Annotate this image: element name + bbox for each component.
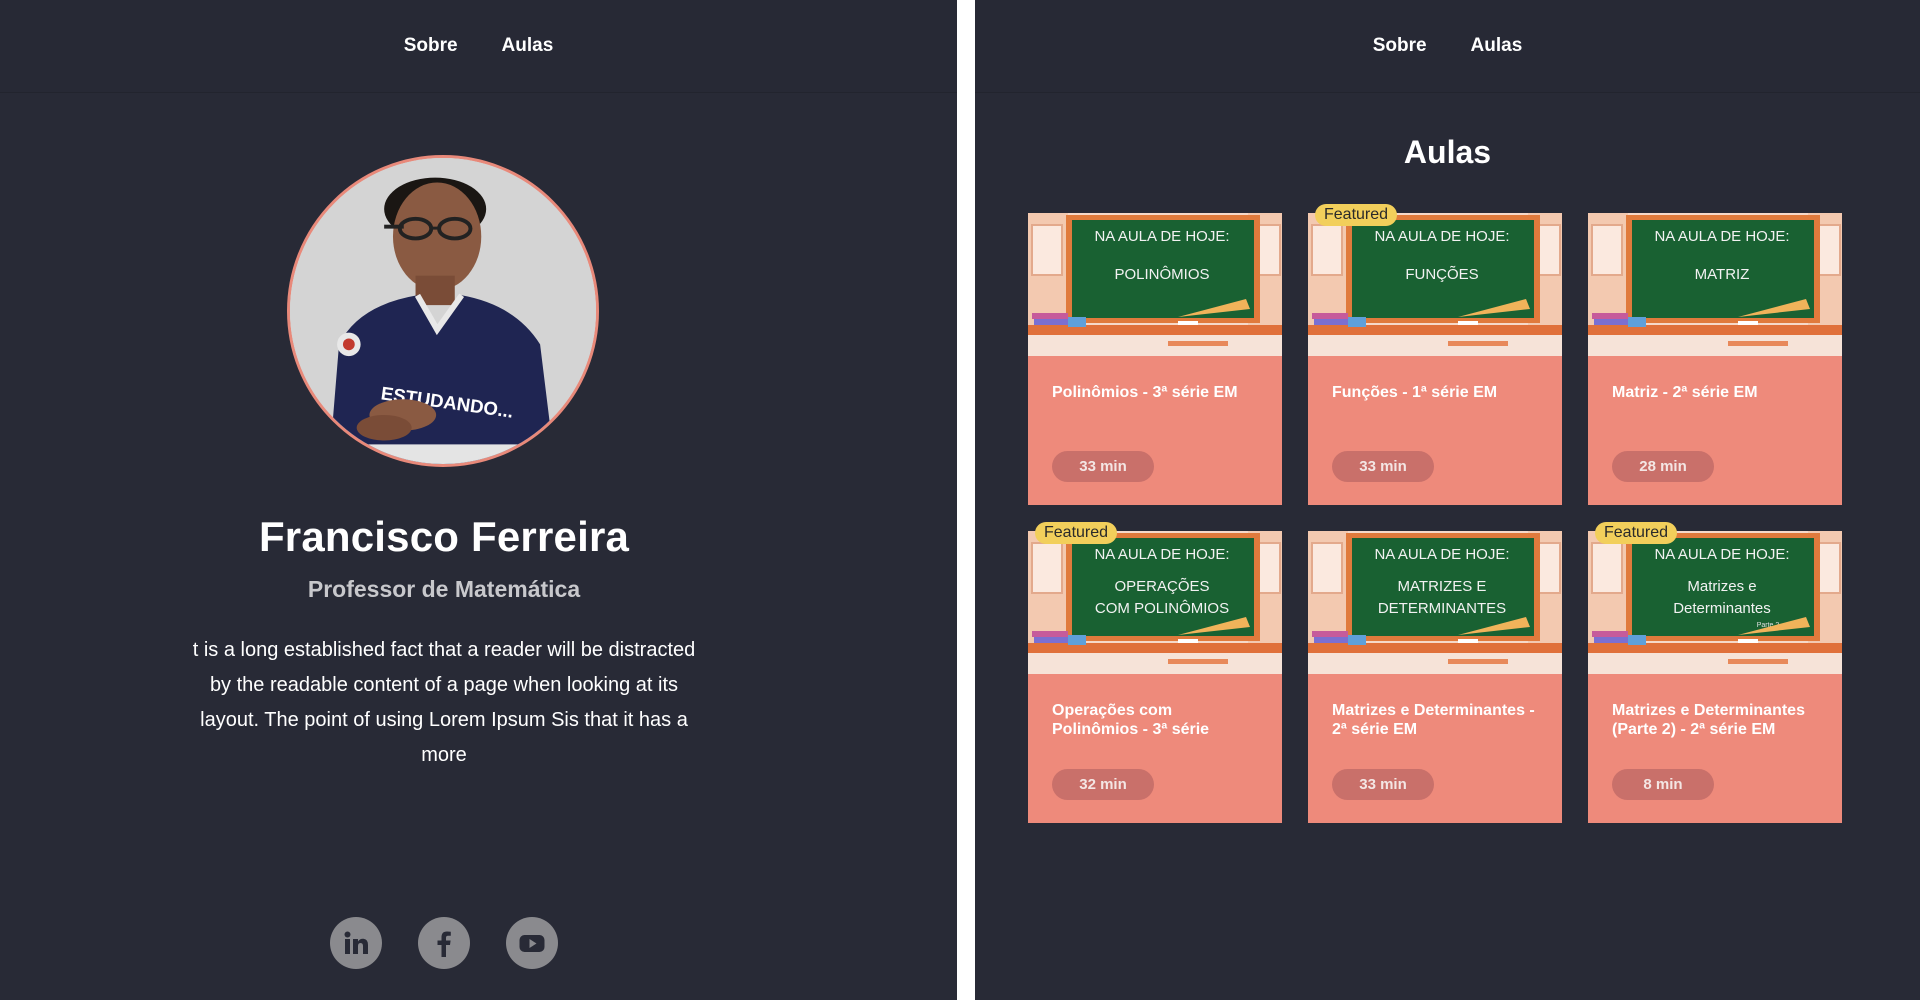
lessons-title: Aulas [1403, 134, 1492, 170]
lesson-card[interactable]: Featured NA AULA DE HOJE: OPERAÇÕES COM POL… [1028, 522, 1282, 823]
lesson-card[interactable]: NA AULA DE HOJE: MATRIZ Matriz - 2ª série … [1588, 213, 1842, 505]
profile-role: Professor de Matemática [307, 576, 581, 602]
avatar: ESTUDANDO... [287, 155, 599, 467]
duration-badge: 8 min [1612, 769, 1714, 800]
lesson-title: Operações com Polinômios - 3ª série [1052, 702, 1210, 738]
lesson-title: Polinômios - 3ª série EM [1052, 384, 1238, 401]
duration-badge: 32 min [1052, 769, 1154, 800]
nav-link-aulas[interactable]: Aulas [1471, 35, 1523, 57]
duration-badge: 28 min [1612, 451, 1714, 482]
lessons-panel: Sobre Aulas Aulas NA AULA DE HOJE: POLINÔ… [975, 0, 1920, 1000]
lesson-card[interactable]: Featured NA AULA DE HOJE: FUNÇÕES Funções -… [1308, 204, 1562, 505]
profile-name: Francisco Ferreira [258, 513, 630, 560]
youtube-button[interactable] [506, 917, 558, 969]
lesson-thumbnail: NA AULA DE HOJE: POLINÔMIOS [1028, 213, 1282, 356]
board-header: NA AULA DE HOJE: [1374, 546, 1509, 563]
board-text: FUNÇÕES [1405, 266, 1478, 283]
board-header: NA AULA DE HOJE: [1094, 546, 1229, 563]
social-links [330, 917, 558, 969]
lesson-grid: NA AULA DE HOJE: POLINÔMIOS Polinômios - 3… [1028, 204, 1842, 845]
facebook-button[interactable] [418, 917, 470, 969]
lesson-thumbnail: NA AULA DE HOJE: MATRIZES E DETERMINANTES [1308, 531, 1562, 674]
board-text: Determinantes [1673, 600, 1771, 617]
lesson-card[interactable]: NA AULA DE HOJE: POLINÔMIOS Polinômios - 3… [1028, 213, 1282, 505]
featured-badge: Featured [1035, 522, 1118, 544]
lesson-card[interactable]: NA AULA DE HOJE: MATRIZES E DETERMINANTES M… [1308, 531, 1562, 823]
profile-photo: ESTUDANDO... [290, 158, 596, 464]
youtube-icon [519, 935, 545, 952]
facebook-icon [437, 931, 451, 957]
board-header: NA AULA DE HOJE: [1654, 228, 1789, 245]
lesson-card[interactable]: Featured NA AULA DE HOJE: Matrizes e Determ… [1588, 522, 1842, 823]
lesson-thumbnail: NA AULA DE HOJE: FUNÇÕES [1308, 213, 1562, 356]
board-text: DETERMINANTES [1378, 600, 1506, 617]
lesson-title: Funções - 1ª série EM [1332, 384, 1498, 401]
duration-badge: 33 min [1332, 451, 1434, 482]
nav-link-sobre[interactable]: Sobre [1373, 35, 1427, 57]
lesson-thumbnail: NA AULA DE HOJE: MATRIZ [1588, 213, 1842, 356]
top-nav: Sobre Aulas [0, 0, 957, 93]
profile-bio: t is a long established fact that a read… [192, 639, 696, 766]
board-text: COM POLINÔMIOS [1095, 600, 1229, 617]
board-text: MATRIZES E [1398, 578, 1487, 595]
linkedin-icon [344, 931, 368, 954]
lesson-title: Matrizes e Determinantes (Parte 2) - 2ª … [1612, 702, 1805, 738]
lesson-title: Matrizes e Determinantes - 2ª série EM [1332, 702, 1535, 738]
top-nav: Sobre Aulas [975, 0, 1920, 93]
featured-badge: Featured [1315, 204, 1398, 226]
board-header: NA AULA DE HOJE: [1654, 546, 1789, 563]
nav-link-aulas[interactable]: Aulas [502, 35, 554, 57]
nav-link-sobre[interactable]: Sobre [404, 35, 458, 57]
board-text: POLINÔMIOS [1114, 266, 1209, 283]
board-header: NA AULA DE HOJE: [1094, 228, 1229, 245]
board-text: Matrizes e [1687, 578, 1756, 595]
board-text: MATRIZ [1695, 266, 1750, 283]
board-text: OPERAÇÕES [1114, 578, 1209, 595]
linkedin-button[interactable] [330, 917, 382, 969]
lesson-title: Matriz - 2ª série EM [1612, 384, 1758, 401]
featured-badge: Featured [1595, 522, 1678, 544]
lesson-thumbnail: NA AULA DE HOJE: OPERAÇÕES COM POLINÔMIOS [1028, 531, 1282, 674]
board-header: NA AULA DE HOJE: [1374, 228, 1509, 245]
duration-badge: 33 min [1052, 451, 1154, 482]
lesson-thumbnail: NA AULA DE HOJE:Matrizes eDeterminantesP… [1588, 531, 1842, 674]
duration-badge: 33 min [1332, 769, 1434, 800]
profile-panel: Sobre Aulas ESTUDANDO... Francisco Ferre… [0, 0, 957, 1000]
